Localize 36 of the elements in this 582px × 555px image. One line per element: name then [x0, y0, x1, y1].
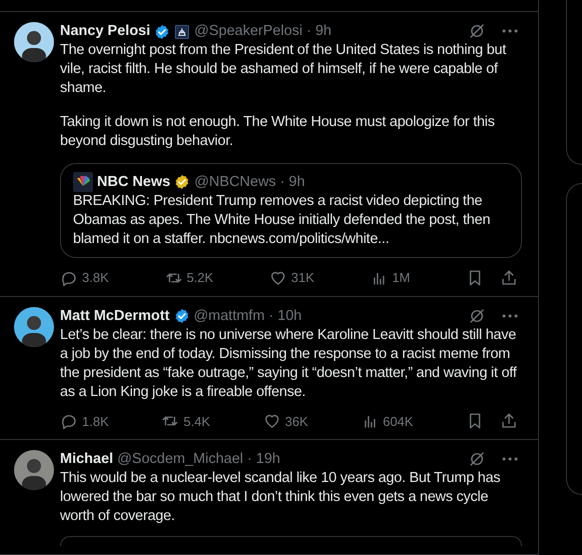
author-handle[interactable]: @mattmfm · 10h [194, 306, 302, 326]
stat-count: 1M [392, 269, 410, 287]
avatar[interactable] [14, 450, 54, 490]
stat-count: 5.2K [186, 269, 214, 287]
stat-count: 604K [382, 412, 414, 430]
author-name[interactable]: Nancy Pelosi [60, 22, 150, 41]
logo-icon [73, 172, 93, 192]
more-icon[interactable] [502, 29, 518, 33]
reply-icon[interactable] [60, 412, 78, 430]
author-name[interactable]: Michael [60, 450, 114, 469]
quoted-post-text: BREAKING: President Trump removes a racist video depicting the Obamas as apes. The White House initially defended the post, then blamed it on a staffer. nbcnews.com/politics/white... [73, 192, 492, 249]
heart-icon[interactable] [262, 412, 281, 430]
slashed-circle-icon[interactable] [468, 306, 486, 324]
more-icon[interactable] [502, 457, 518, 461]
author-name[interactable]: Matt McDermott [60, 306, 170, 326]
share-icon[interactable] [500, 412, 518, 430]
author-name[interactable]: NBC News [97, 172, 170, 192]
author-handle[interactable]: @NBCNews · 9h [194, 172, 305, 192]
avatar[interactable] [14, 306, 54, 346]
author-handle[interactable]: @SpeakerPelosi · 9h [194, 22, 332, 41]
stat-count: 31K [291, 269, 314, 287]
slashed-circle-icon[interactable] [468, 22, 486, 40]
post-text: Taking it down is not enough. The White House must apologize for this beyond disgusting behavior. [60, 113, 496, 151]
post-text: This would be a nuclear-level scandal like 10 years ago. But Trump has lowered the bar so much that I don’t think this even gets a news cycle worth of coverage. [60, 469, 502, 526]
stat-count: 1.8K [82, 412, 109, 430]
quoted-post[interactable] [60, 163, 522, 258]
avatar[interactable] [14, 22, 54, 62]
more-icon[interactable] [502, 314, 518, 318]
slashed-circle-icon[interactable] [468, 450, 486, 468]
author-handle[interactable]: @Socdem_Michael · 19h [117, 450, 280, 469]
post-text: The overnight post from the President of the United States is nothing but vile, racist filth. He should be ashamed of himself, if he were capable of shame. [60, 41, 508, 98]
stat-count: 3.8K [82, 269, 109, 287]
share-icon[interactable] [500, 268, 518, 287]
stat-count: 5.4K [183, 412, 210, 430]
stat-count: 36K [284, 412, 308, 430]
post-text: Let’s be clear: there is no universe where Karoline Leavitt should still have a job by the end of today. Dismissing the response to a racist meme from the president as “fake outrage,” saying it “doesn’t matter,” and waving it off as a Lion King joke is a fireable offense. [60, 326, 518, 402]
